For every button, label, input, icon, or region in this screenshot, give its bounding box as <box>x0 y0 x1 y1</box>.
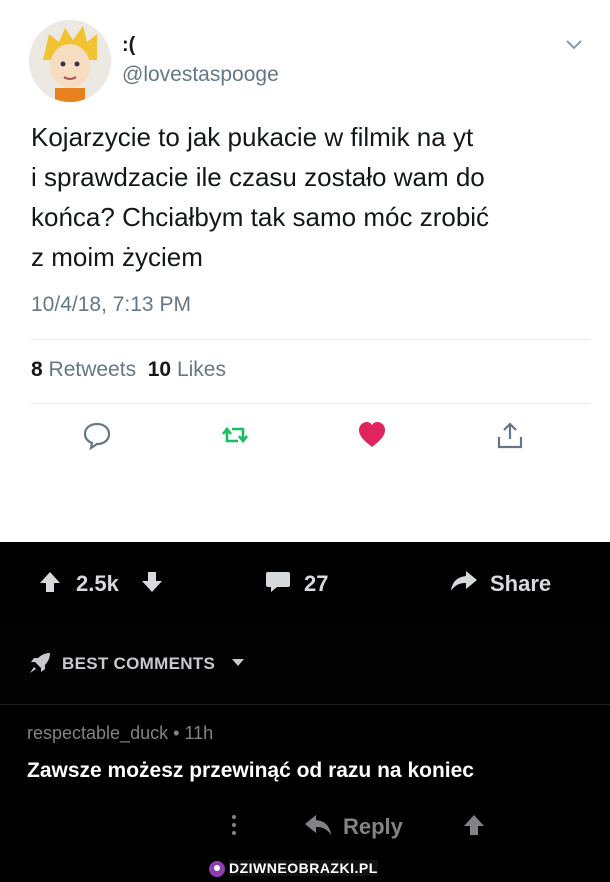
sort-caret-icon[interactable] <box>231 658 245 668</box>
share-button[interactable]: Share <box>490 571 551 597</box>
comment-bubble-icon[interactable] <box>265 570 291 594</box>
sort-label: BEST COMMENTS <box>62 654 216 673</box>
likes-count[interactable]: 10 <box>148 358 171 381</box>
upvote-icon[interactable] <box>38 570 62 594</box>
tweet-stats: 8 Retweets 10 Likes <box>31 358 226 382</box>
retweets-count[interactable]: 8 <box>31 358 43 381</box>
share-icon[interactable] <box>495 420 525 450</box>
comments-count[interactable]: 27 <box>304 571 328 597</box>
sort-dropdown[interactable]: BEST COMMENTS <box>62 654 215 674</box>
comment-author[interactable]: respectable_duck <box>27 723 168 743</box>
tweet-text: Kojarzycie to jak pukacie w filmik na yt… <box>31 122 490 272</box>
retweets-label[interactable]: Retweets <box>49 358 137 381</box>
downvote-icon[interactable] <box>140 570 164 594</box>
comment-age: 11h <box>184 723 214 743</box>
more-dots-icon[interactable] <box>230 813 238 837</box>
rocket-icon <box>30 653 50 673</box>
retweet-icon[interactable] <box>220 420 250 450</box>
share-arrow-icon[interactable] <box>450 569 478 593</box>
user-handle[interactable]: @lovestaspooge <box>122 63 279 87</box>
meta-separator: • <box>173 723 180 743</box>
divider <box>30 339 590 340</box>
likes-label[interactable]: Likes <box>177 358 226 381</box>
avatar[interactable] <box>29 20 111 102</box>
tweet-card: :( @lovestaspooge Kojarzycie to jak puka… <box>0 0 610 542</box>
reply-icon[interactable] <box>82 420 112 450</box>
avatar-image <box>29 20 111 102</box>
comment-upvote-icon[interactable] <box>462 813 486 837</box>
comment-body: Zawsze możesz przewinąć od razu na konie… <box>27 759 474 782</box>
heart-icon[interactable] <box>357 420 387 450</box>
comment-meta: respectable_duck • 11h <box>27 723 213 744</box>
reply-arrow-icon[interactable] <box>304 813 332 837</box>
vote-score: 2.5k <box>76 571 119 596</box>
display-name[interactable]: :( <box>122 34 135 57</box>
divider <box>30 403 590 404</box>
watermark-logo-icon <box>209 861 225 877</box>
watermark: DZIWNEOBRAZKI.PL <box>229 860 378 876</box>
reply-button[interactable]: Reply <box>343 814 403 840</box>
chevron-down-icon[interactable] <box>564 38 584 52</box>
tweet-timestamp[interactable]: 10/4/18, 7:13 PM <box>31 293 191 317</box>
